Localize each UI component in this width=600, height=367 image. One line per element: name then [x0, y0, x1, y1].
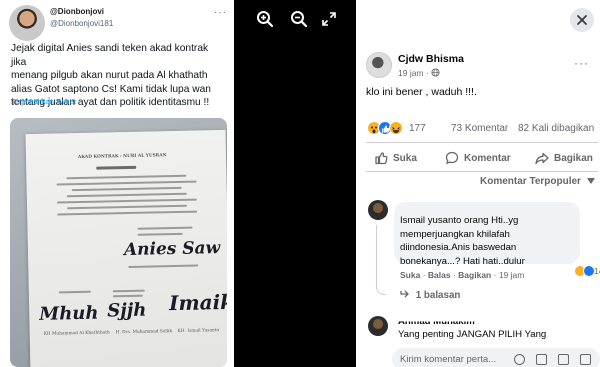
post-author-avatar[interactable] — [366, 52, 392, 78]
document-heading: AKAD KONTRAK : NURI AL YUSRAN — [77, 153, 167, 161]
comment-input[interactable]: Kirim komentar perta... — [400, 354, 496, 365]
comment2-author[interactable]: Ahmad Muhakim — [398, 322, 475, 328]
zoom-in-icon[interactable] — [256, 10, 274, 28]
comment-share-button[interactable]: Bagikan — [458, 270, 491, 280]
comment-reaction-count[interactable]: 14 — [594, 266, 600, 276]
share-count[interactable]: 82 Kali dibagikan — [518, 123, 594, 134]
post-more-icon[interactable]: ··· — [574, 56, 589, 70]
replies-label: 1 balasan — [415, 290, 461, 301]
tweet-handle: @Dionbonjovi181 — [50, 19, 114, 28]
contract-paper: AKAD KONTRAK : NURI AL YUSRAN Anies Saw … — [25, 129, 227, 367]
comment-label: Komentar — [464, 152, 511, 164]
signer-name: KH. Ismail Yusanto — [177, 328, 220, 334]
comment-text: Ismail yusanto orang Hti..yg memperjuang… — [400, 214, 578, 268]
tweet-avatar — [9, 5, 45, 41]
tweet-more-icon: ··· — [214, 7, 227, 18]
share-label: Bagikan — [554, 152, 593, 164]
comment-bubble: Ismail yusanto orang Hti..yg memperjuang… — [394, 202, 580, 267]
share-button[interactable]: Bagikan — [535, 150, 593, 166]
zoom-out-icon[interactable] — [290, 10, 308, 28]
share-icon — [535, 152, 549, 165]
emoji-icon[interactable] — [514, 354, 525, 365]
sort-label: Komentar Terpopuler — [480, 176, 581, 187]
comment-button[interactable]: Komentar — [445, 150, 511, 166]
comment-actions: Suka · Balas · Bagikan · 19 jam — [400, 270, 525, 280]
camera-icon[interactable] — [536, 354, 547, 365]
tweet-line: Jejak digital Anies sandi teken akad kon… — [11, 43, 209, 68]
comment-icon — [445, 151, 459, 165]
comment-sort-dropdown[interactable]: Komentar Terpopuler — [480, 176, 595, 187]
post-author-name[interactable]: Cjdw Bhisma — [398, 53, 464, 65]
sticker-icon[interactable] — [580, 354, 591, 365]
comment-line: memperjuangkan khilafah — [400, 228, 510, 240]
thumbs-up-icon — [375, 152, 388, 165]
globe-icon — [431, 68, 440, 77]
commenter-avatar[interactable] — [368, 200, 388, 220]
reply-arrow-icon — [400, 290, 409, 298]
comment-time[interactable]: 19 jam — [499, 270, 525, 280]
fullscreen-icon[interactable] — [322, 12, 336, 26]
comment-line: diindonesia.Anis baswedan — [400, 242, 517, 253]
comment2-text: Yang penting JANGAN PILIH Yang — [398, 329, 547, 340]
like-button[interactable]: Suka — [374, 150, 417, 166]
comment-count[interactable]: 73 Komentar — [451, 123, 508, 134]
tweet-line: alias Gatot saptono Cs! Kami tidak lupa … — [11, 83, 211, 95]
post-text: klo ini bener , waduh !!!. — [366, 86, 477, 98]
tweet-line: menang pilgub akan nurut pada Al khathat… — [11, 70, 208, 81]
signature-2: Sjjh — [107, 299, 147, 322]
translate-tweet-link: Terjemahkan Tweet — [11, 97, 76, 106]
divider — [366, 142, 598, 143]
document-photo: AKAD KONTRAK : NURI AL YUSRAN Anies Saw … — [10, 118, 227, 367]
comment-reactions[interactable] — [356, 265, 595, 280]
close-button[interactable] — [570, 8, 594, 32]
photo-viewer-strip — [234, 0, 356, 367]
reaction-count[interactable]: 177 — [409, 123, 426, 134]
tweet-screenshot: @Dionbonjovi @Dionbonjovi181 ··· Jejak d… — [0, 0, 234, 367]
post-meta: 19 jam · — [398, 68, 440, 78]
close-icon — [577, 15, 587, 25]
haha-reaction-icon — [389, 121, 403, 135]
signature-anies: Anies Saw — [123, 238, 221, 261]
signer-name: KH Muhammad Al Khaththath — [43, 330, 110, 337]
comment-composer[interactable]: Kirim komentar perta... — [392, 348, 600, 367]
tweet-username: @Dionbonjovi — [50, 7, 105, 16]
view-replies-link[interactable]: 1 balasan — [400, 290, 460, 301]
like-label: Suka — [393, 152, 417, 164]
post-time[interactable]: 19 jam — [398, 68, 424, 78]
signature-3: Imaik — [168, 289, 227, 316]
comment-line: bonekanya...? Hati hati..dulur — [400, 255, 525, 267]
divider — [366, 171, 598, 172]
reply-thread-line — [376, 225, 386, 295]
chevron-down-icon — [586, 178, 595, 184]
facebook-post-panel: Cjdw Bhisma 19 jam · ··· klo ini bener ,… — [356, 0, 600, 367]
comment-reply-button[interactable]: Balas — [428, 270, 451, 280]
gif-icon[interactable] — [558, 354, 569, 365]
commenter-avatar[interactable] — [368, 316, 388, 336]
comment-like-button[interactable]: Suka — [400, 270, 420, 280]
signature-1: Mhuh — [39, 302, 99, 325]
comment-line: Ismail yusanto orang Hti..yg — [400, 215, 519, 226]
signer-name: H. Drs. Muhammad Sallik — [115, 329, 173, 336]
